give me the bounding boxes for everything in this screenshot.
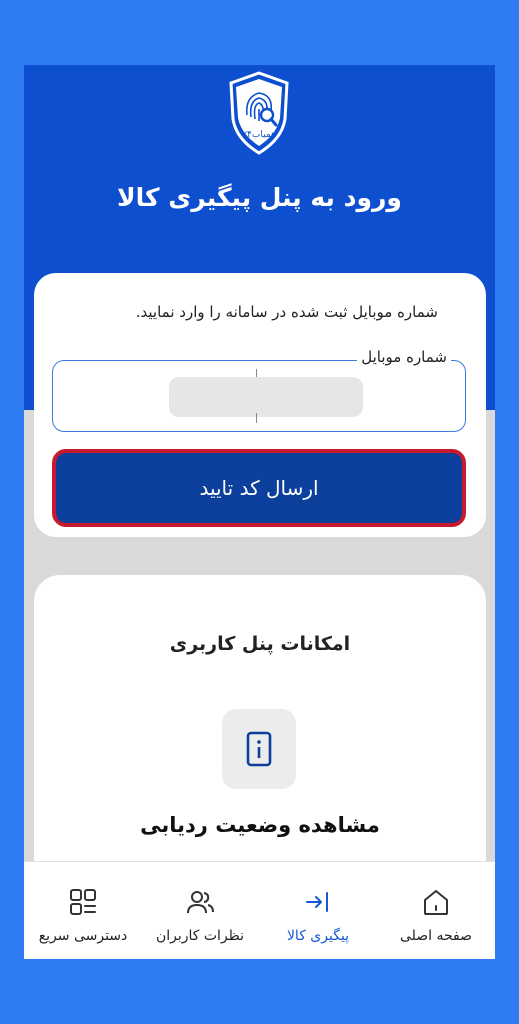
features-title: امکانات پنل کاربری <box>169 633 351 655</box>
mobile-field[interactable]: شماره موبایل <box>52 348 466 432</box>
shield-logo: همیاب۲۴ <box>227 71 291 155</box>
nav-reviews-label: نظرات کاربران <box>155 928 245 944</box>
bottom-nav: صفحه اصلی پیگیری کالا نظرات کاربران دستر… <box>24 861 495 959</box>
mobile-field-label: شماره موبایل <box>357 348 451 366</box>
page-title: ورود به پنل پیگیری کالا <box>117 183 402 212</box>
nav-tracking[interactable]: پیگیری کالا <box>259 862 377 959</box>
mobile-input[interactable] <box>169 377 363 417</box>
phone-info-icon <box>246 731 272 767</box>
send-code-button[interactable]: ارسال کد تایید <box>52 449 466 527</box>
nav-tracking-label: پیگیری کالا <box>286 928 350 944</box>
login-instruction: شماره موبایل ثبت شده در سامانه را وارد ن… <box>135 303 438 321</box>
home-icon <box>424 890 448 915</box>
grid-menu-icon <box>70 889 96 915</box>
tracking-status-tile[interactable] <box>222 709 296 789</box>
login-arrow-icon <box>306 892 328 912</box>
nav-home-label: صفحه اصلی <box>399 928 473 944</box>
login-card: شماره موبایل ثبت شده در سامانه را وارد ن… <box>34 273 486 537</box>
app-screen: همیاب۲۴ ورود به پنل پیگیری کالا شماره مو… <box>24 65 495 959</box>
field-divider <box>256 413 257 423</box>
nav-reviews[interactable]: نظرات کاربران <box>141 862 259 959</box>
nav-quick-access-label: دسترسی سریع <box>38 928 128 944</box>
logo-text: همیاب۲۴ <box>242 130 276 140</box>
users-icon <box>187 891 214 914</box>
tracking-status-label: مشاهده وضعیت ردیابی <box>140 813 380 837</box>
nav-home[interactable]: صفحه اصلی <box>377 862 495 959</box>
nav-quick-access[interactable]: دسترسی سریع <box>24 862 142 959</box>
